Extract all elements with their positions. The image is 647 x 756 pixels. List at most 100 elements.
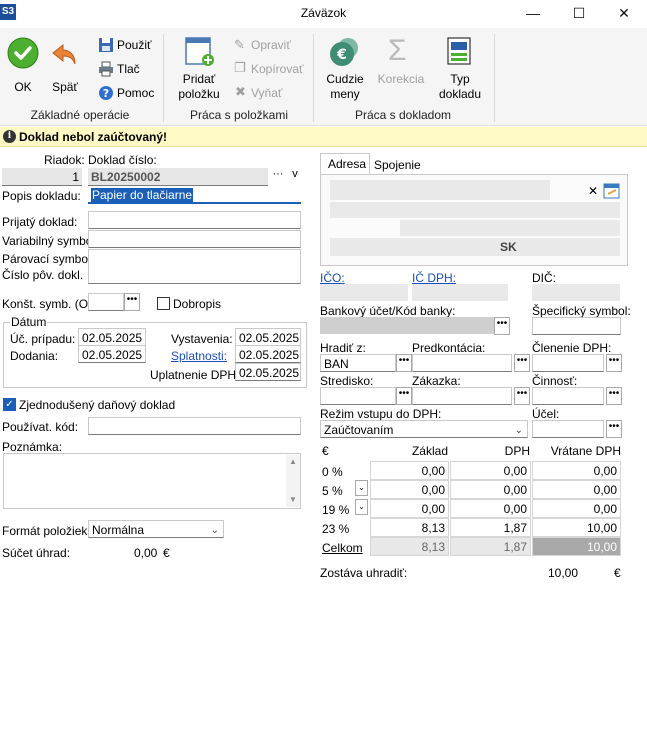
ok-button[interactable]: OK: [6, 36, 40, 96]
simplified-checkbox[interactable]: ✓: [3, 398, 16, 411]
dodania-field[interactable]: 02.05.2025: [78, 345, 146, 363]
doctype-label-2: dokladu: [438, 87, 482, 101]
address-city-field[interactable]: [400, 220, 620, 236]
vat-vat-1[interactable]: 0,00: [450, 480, 531, 499]
scroll-down-icon[interactable]: ▼: [286, 493, 300, 507]
dic-field[interactable]: [532, 284, 620, 301]
order-field[interactable]: [412, 387, 512, 405]
scroll-up-icon[interactable]: ▲: [286, 455, 300, 469]
vat-incl-2[interactable]: 0,00: [532, 499, 621, 518]
dic-label: DIČ:: [532, 271, 556, 285]
ico-field[interactable]: [320, 284, 408, 301]
received-field[interactable]: [88, 211, 301, 229]
docnum-field[interactable]: BL20250002: [88, 168, 268, 186]
maximize-button[interactable]: ☐: [556, 0, 602, 28]
vat-incl-3[interactable]: 10,00: [532, 518, 621, 537]
center-field[interactable]: [320, 387, 396, 405]
vatsplit-more-button[interactable]: •••: [606, 354, 622, 372]
vat-vat-2[interactable]: 0,00: [450, 499, 531, 518]
document-type-button[interactable]: Typ dokladu: [436, 36, 484, 104]
vat-vat-3[interactable]: 1,87: [450, 518, 531, 537]
printer-icon: [99, 61, 113, 77]
close-button[interactable]: ✕: [601, 0, 647, 28]
user-code-field[interactable]: [88, 417, 301, 435]
center-more-button[interactable]: •••: [396, 387, 412, 405]
copy-button[interactable]: ❐ Kopírovať: [232, 60, 310, 78]
order-more-button[interactable]: •••: [514, 387, 530, 405]
vat-incl-1[interactable]: 0,00: [532, 480, 621, 499]
ico-link[interactable]: IČO:: [320, 271, 345, 285]
address-name-field[interactable]: [330, 180, 550, 200]
vystavenia-field[interactable]: 02.05.2025: [235, 328, 301, 346]
correction-button[interactable]: Σ Korekcia: [374, 34, 428, 104]
docnum-dropdown-button[interactable]: v: [288, 168, 302, 186]
vystavenia-label: Vystavenia:: [171, 332, 233, 346]
help-button[interactable]: ? Pomoc: [96, 84, 158, 102]
vat-rate-2: 19 %: [322, 503, 350, 517]
format-label: Formát položiek:: [2, 524, 91, 538]
clear-address-icon[interactable]: ✕: [588, 185, 600, 197]
row-field[interactable]: 1: [2, 168, 82, 186]
address-country-field[interactable]: [330, 238, 620, 256]
user-code-label: Používat. kód:: [2, 420, 79, 434]
vatsplit-field[interactable]: [532, 354, 604, 372]
note-scrollbar[interactable]: ▲ ▼: [286, 455, 300, 507]
address-book-icon[interactable]: [603, 182, 621, 200]
desc-field[interactable]: Papier do tlačiarne: [88, 186, 301, 204]
vat-base-3[interactable]: 8,13: [370, 518, 449, 537]
pairsym-field[interactable]: [88, 249, 301, 284]
rate-2-dropdown-button[interactable]: ⌄: [355, 499, 368, 515]
splatnosti-link[interactable]: Splatnosti:: [171, 349, 227, 363]
note-textarea[interactable]: [3, 453, 301, 509]
center-label: Stredisko:: [320, 374, 374, 388]
address-street-field[interactable]: [330, 202, 620, 218]
minimize-button[interactable]: —: [510, 0, 556, 28]
splatnosti-field[interactable]: 02.05.2025: [235, 345, 301, 363]
add-item-button[interactable]: Pridať položku: [176, 36, 222, 104]
vat-base-2[interactable]: 0,00: [370, 499, 449, 518]
help-icon: ?: [99, 86, 113, 100]
uplatnenie-field[interactable]: 02.05.2025: [235, 363, 301, 381]
icdph-field[interactable]: [412, 284, 508, 301]
account-field[interactable]: [532, 420, 604, 438]
vatsplit-label: Členenie DPH:: [532, 341, 612, 355]
correction-label: Korekcia: [377, 72, 425, 86]
precont-more-button[interactable]: •••: [514, 354, 530, 372]
pay-more-button[interactable]: •••: [396, 354, 412, 372]
constsym-more-button[interactable]: •••: [124, 293, 140, 311]
foreign-currency-button[interactable]: € Cudzie meny: [322, 36, 368, 104]
uc-pripadu-field[interactable]: 02.05.2025: [78, 328, 146, 346]
docnum-more-button[interactable]: ···: [270, 168, 286, 186]
vat-rate-0: 0 %: [322, 465, 343, 479]
activity-field[interactable]: [532, 387, 604, 405]
tab-address[interactable]: Adresa: [320, 153, 370, 174]
format-select[interactable]: Normálna ⌄: [88, 520, 224, 538]
bank-more-button[interactable]: •••: [494, 317, 510, 335]
dobropis-checkbox[interactable]: [157, 297, 170, 310]
specsym-field[interactable]: [532, 317, 621, 335]
tab-link[interactable]: Spojenie: [370, 156, 422, 174]
ribbon-separator: [494, 34, 495, 122]
vat-vat-0[interactable]: 0,00: [450, 461, 531, 480]
precont-field[interactable]: [412, 354, 512, 372]
pay-field[interactable]: BAN: [320, 354, 396, 372]
constsym-field[interactable]: [88, 293, 124, 311]
rate-1-dropdown-button[interactable]: ⌄: [355, 480, 368, 496]
icdph-link[interactable]: IČ DPH:: [412, 271, 456, 285]
use-button[interactable]: Použiť: [96, 36, 158, 54]
vat-incl-0[interactable]: 0,00: [532, 461, 621, 480]
varsym-label: Variabilný symbol:: [2, 234, 99, 248]
svg-text:€: €: [336, 47, 347, 63]
print-button[interactable]: Tlač: [96, 60, 158, 78]
cut-button[interactable]: ✖ Vyňať: [232, 84, 310, 102]
back-button[interactable]: Späť: [48, 36, 82, 96]
add-document-icon: [185, 37, 214, 66]
vatmode-select[interactable]: Zaúčtovaním ⌄: [320, 420, 528, 438]
activity-more-button[interactable]: •••: [606, 387, 622, 405]
edit-button[interactable]: ✎ Opraviť: [232, 36, 310, 54]
account-more-button[interactable]: •••: [606, 420, 622, 438]
varsym-field[interactable]: [88, 230, 301, 248]
bank-field[interactable]: [320, 317, 494, 334]
vat-base-1[interactable]: 0,00: [370, 480, 449, 499]
vat-base-0[interactable]: 0,00: [370, 461, 449, 480]
